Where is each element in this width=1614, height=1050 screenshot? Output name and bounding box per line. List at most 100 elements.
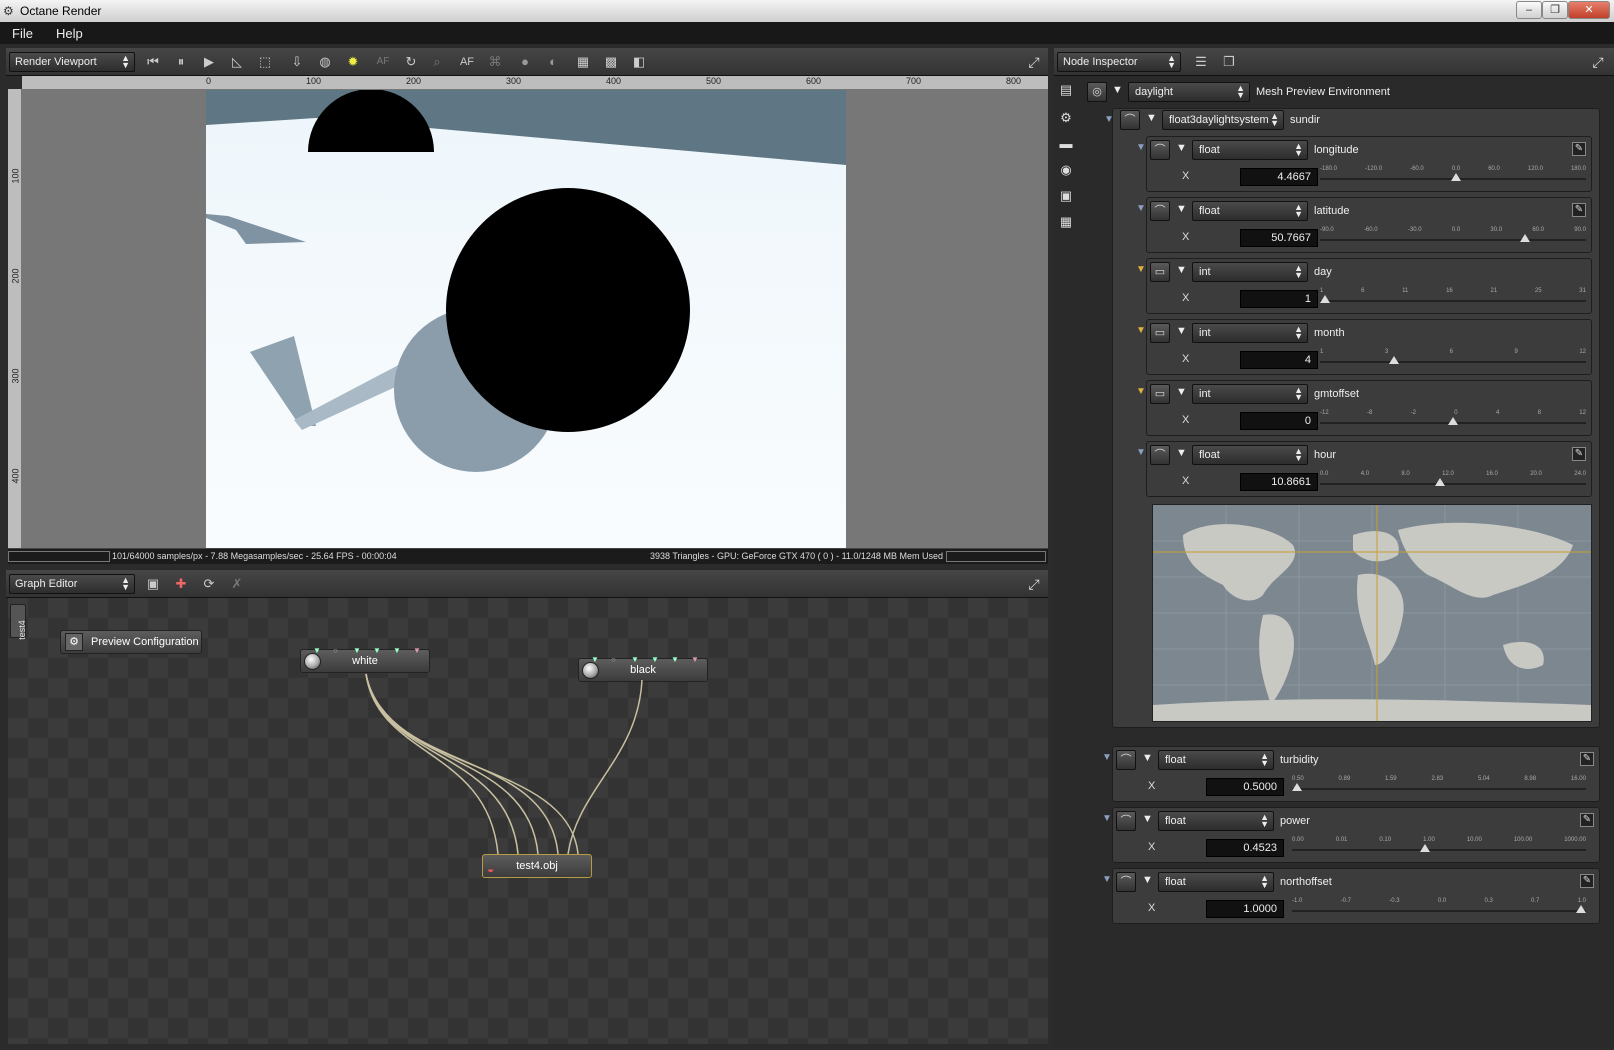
- kernel-tab-icon[interactable]: ▬: [1058, 136, 1074, 152]
- play-icon[interactable]: ▶: [200, 53, 218, 71]
- region-icon[interactable]: ⬚: [256, 53, 274, 71]
- param-type-dropdown[interactable]: int ▲ ▼: [1192, 384, 1308, 404]
- param-slider[interactable]: -180.0 -120.0 -60.0 0.0 60.0 120.0 180.0: [1320, 166, 1586, 181]
- autofocus-button[interactable]: AF: [458, 53, 476, 71]
- param-slider[interactable]: 0.50 0.89 1.59 2.83 5.04 8.98 16.00: [1292, 776, 1586, 791]
- param-slider[interactable]: -1.0 -0.7 -0.3 0.0 0.3 0.7 1.0: [1292, 898, 1586, 913]
- param-node-icon[interactable]: ⌒: [1116, 750, 1136, 770]
- mesh-node-test4-obj[interactable]: ◒ test4.obj: [482, 854, 592, 878]
- camera-icon[interactable]: ⌘: [486, 53, 504, 71]
- param-node-icon[interactable]: ▭: [1150, 323, 1170, 343]
- pencil-icon[interactable]: ✎: [1580, 752, 1594, 766]
- triangle-down-icon[interactable]: ▼: [1102, 874, 1112, 885]
- triangle-down-icon[interactable]: ▼: [1176, 264, 1187, 276]
- root-type-dropdown[interactable]: daylight ▲ ▼: [1128, 82, 1250, 102]
- triangle-down-icon[interactable]: ▼: [1142, 813, 1153, 825]
- triangle-down-icon[interactable]: ▼: [1146, 112, 1157, 124]
- alpha-icon[interactable]: ◧: [630, 53, 648, 71]
- checker-icon[interactable]: ▩: [602, 53, 620, 71]
- pencil-icon[interactable]: ✎: [1572, 203, 1586, 217]
- param-slider[interactable]: -12 -8 -2 0 4 8 12: [1320, 410, 1586, 425]
- export-icon[interactable]: ⇩: [288, 53, 306, 71]
- param-type-dropdown[interactable]: int ▲ ▼: [1192, 323, 1308, 343]
- param-node-icon[interactable]: ▭: [1150, 262, 1170, 282]
- close-button[interactable]: ✕: [1568, 1, 1610, 19]
- environment-tab-icon[interactable]: ⚙: [1058, 110, 1074, 126]
- param-slider[interactable]: 1 6 11 16 21 25 31: [1320, 288, 1586, 303]
- world-map[interactable]: [1152, 504, 1592, 722]
- slider-thumb[interactable]: [1419, 844, 1430, 852]
- slider-thumb[interactable]: [1292, 783, 1302, 791]
- param-slider[interactable]: -90.0 -60.0 -30.0 0.0 30.0 60.0 90.0: [1320, 227, 1586, 242]
- triangle-down-icon[interactable]: ▼: [1136, 264, 1146, 275]
- pause-icon[interactable]: ⏸: [172, 53, 190, 71]
- daylight-node-icon[interactable]: ◎: [1087, 82, 1107, 102]
- param-type-dropdown[interactable]: float ▲ ▼: [1192, 140, 1308, 160]
- pencil-icon[interactable]: ✎: [1580, 874, 1594, 888]
- camera-tab-icon[interactable]: ▤: [1058, 82, 1074, 98]
- graph-canvas[interactable]: test4 ⚙ Preview Configuration ▼ ○ ▼ ▼ ▼ …: [8, 598, 1048, 1044]
- collapse-all-icon[interactable]: ☰: [1192, 53, 1210, 71]
- slider-thumb[interactable]: [1576, 905, 1586, 913]
- param-slider[interactable]: 0.00 0.01 0.10 1.00 10.00 100.00 1000.00: [1292, 837, 1586, 852]
- maximize-icon[interactable]: ⤢: [1026, 576, 1042, 592]
- triangle-down-icon[interactable]: ▼: [1102, 752, 1112, 763]
- param-type-dropdown[interactable]: int ▲ ▼: [1192, 262, 1308, 282]
- delete-icon[interactable]: ✗: [228, 575, 246, 593]
- slider-thumb[interactable]: [1435, 478, 1446, 486]
- rotate-icon[interactable]: ↻: [402, 53, 420, 71]
- param-value-input[interactable]: 4.4667: [1240, 168, 1318, 186]
- param-value-input[interactable]: 10.8661: [1240, 473, 1318, 491]
- render-viewport-dropdown[interactable]: Render Viewport ▲ ▼: [9, 52, 135, 72]
- refresh-icon[interactable]: ⟳: [200, 575, 218, 593]
- triangle-down-icon[interactable]: ▼: [1136, 447, 1146, 458]
- param-value-input[interactable]: 4: [1240, 351, 1318, 369]
- render-image[interactable]: [206, 89, 846, 548]
- param-type-dropdown[interactable]: float ▲ ▼: [1192, 445, 1308, 465]
- param-value-input[interactable]: 0: [1240, 412, 1318, 430]
- node-inspector-dropdown[interactable]: Node Inspector ▲ ▼: [1057, 52, 1181, 72]
- graph-editor-dropdown[interactable]: Graph Editor ▲ ▼: [9, 574, 135, 594]
- triangle-down-icon[interactable]: ▼: [1176, 142, 1187, 154]
- param-type-dropdown[interactable]: float ▲ ▼: [1158, 872, 1274, 892]
- slider-thumb[interactable]: [1320, 295, 1330, 303]
- render-target-tab-icon[interactable]: ▦: [1058, 214, 1074, 230]
- param-value-input[interactable]: 0.5000: [1206, 778, 1284, 796]
- triangle-down-icon[interactable]: ▼: [1104, 114, 1114, 125]
- triangle-down-icon[interactable]: ▼: [1136, 142, 1146, 153]
- param-value-input[interactable]: 0.4523: [1206, 839, 1284, 857]
- mesh-tab-icon[interactable]: ◉: [1058, 162, 1074, 178]
- param-type-dropdown[interactable]: float ▲ ▼: [1158, 811, 1274, 831]
- param-node-icon[interactable]: ⌒: [1116, 811, 1136, 831]
- menu-file[interactable]: File: [12, 26, 33, 41]
- rewind-icon[interactable]: ⏮: [144, 53, 162, 71]
- triangle-down-icon[interactable]: ▼: [1176, 386, 1187, 398]
- triangle-down-icon[interactable]: ▼: [1102, 813, 1112, 824]
- add-node-icon[interactable]: ✚: [172, 575, 190, 593]
- grid-icon[interactable]: ▦: [574, 53, 592, 71]
- triangle-down-icon[interactable]: ▼: [1136, 386, 1146, 397]
- param-slider[interactable]: 1 3 6 9 12: [1320, 349, 1586, 364]
- expand-all-icon[interactable]: ❐: [1220, 53, 1238, 71]
- param-type-dropdown[interactable]: float ▲ ▼: [1192, 201, 1308, 221]
- maximize-icon[interactable]: ⤢: [1026, 54, 1042, 70]
- minimize-button[interactable]: –: [1516, 1, 1542, 19]
- imager-tab-icon[interactable]: ▣: [1058, 188, 1074, 204]
- float3-node-icon[interactable]: ⌒: [1120, 110, 1140, 130]
- menu-help[interactable]: Help: [56, 26, 83, 41]
- sphere-alt-icon[interactable]: ◐: [544, 53, 562, 71]
- param-node-icon[interactable]: ⌒: [1116, 872, 1136, 892]
- material-picker-icon[interactable]: ◍: [316, 53, 334, 71]
- slider-thumb[interactable]: [1448, 417, 1458, 425]
- triangle-down-icon[interactable]: ▼: [1142, 752, 1153, 764]
- triangle-down-icon[interactable]: ▼: [1112, 84, 1123, 96]
- param-value-input[interactable]: 1.0000: [1206, 900, 1284, 918]
- param-value-input[interactable]: 50.7667: [1240, 229, 1318, 247]
- ruler-icon[interactable]: ◺: [228, 53, 246, 71]
- slider-thumb[interactable]: [1519, 234, 1530, 242]
- param-node-icon[interactable]: ▭: [1150, 384, 1170, 404]
- triangle-down-icon[interactable]: ▼: [1136, 203, 1146, 214]
- save-icon[interactable]: ▣: [144, 575, 162, 593]
- slider-thumb[interactable]: [1389, 356, 1400, 364]
- pencil-icon[interactable]: ✎: [1572, 447, 1586, 461]
